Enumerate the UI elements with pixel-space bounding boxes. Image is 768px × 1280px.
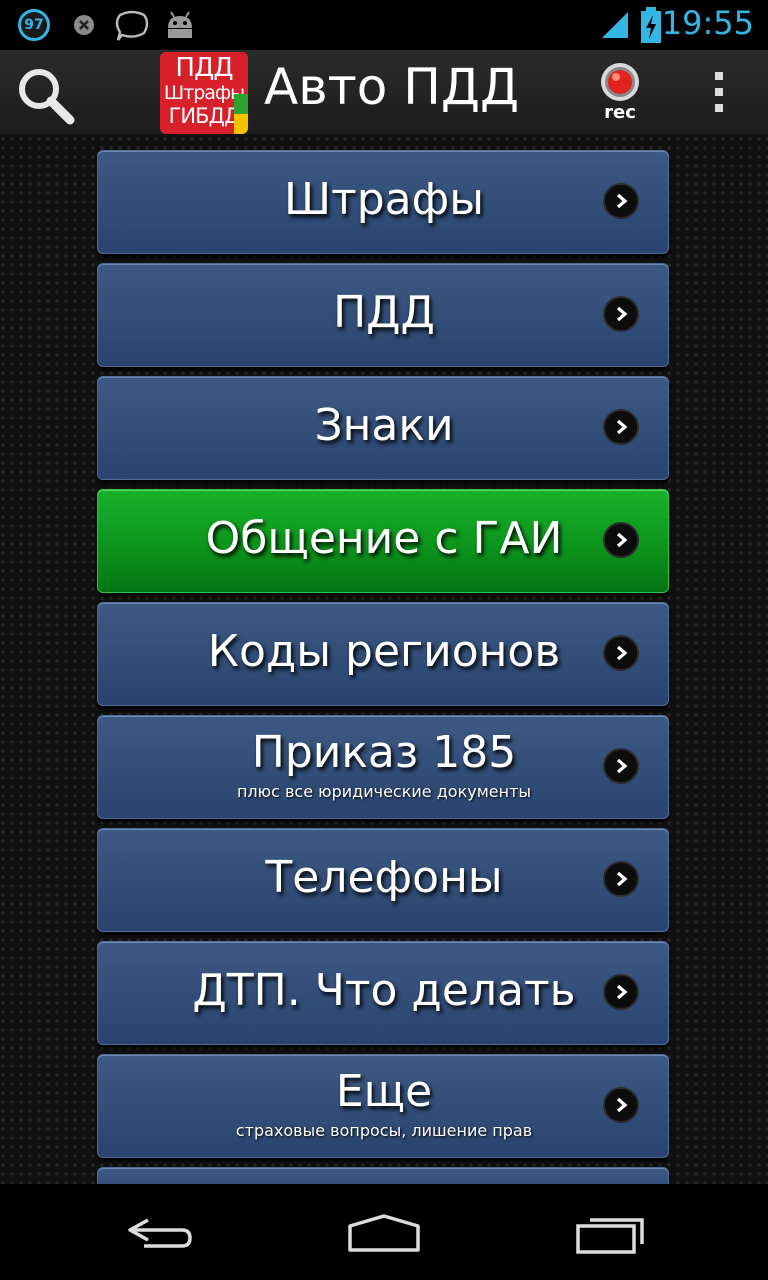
chevron-right-icon [603,296,639,332]
menu-item-label: ПДД [333,287,435,338]
home-icon [348,1214,420,1252]
chevron-right-icon [603,748,639,784]
menu-item-label: Знаки [314,400,454,451]
menu-item-label: Коды регионов [207,626,561,677]
chevron-right-icon [603,635,639,671]
menu-item-next-partial[interactable] [97,1167,669,1184]
action-bar: ПДД Штрафы ГИБДД Авто ПДД rec [0,50,768,136]
back-button[interactable] [120,1212,200,1256]
battery-charging-icon [641,7,661,43]
menu-list: Штрафы ПДД Знаки Общение с ГАИ Коды реги… [0,136,768,1184]
menu-item-label: Общение с ГАИ [205,513,563,564]
menu-item-pdd[interactable]: ПДД [97,263,669,367]
home-button[interactable] [344,1212,424,1256]
menu-item-label: Еще [335,1066,433,1117]
clock: 19:55 [661,4,754,42]
menu-item-label: Штрафы [284,174,484,225]
record-button[interactable]: rec [596,62,644,126]
menu-item-accident[interactable]: ДТП. Что делать [97,941,669,1045]
search-button[interactable] [12,62,78,128]
app-logo: ПДД Штрафы ГИБДД [160,52,248,134]
logo-stripe [234,94,248,134]
back-icon [128,1218,192,1248]
chevron-right-icon [603,183,639,219]
recent-apps-icon [576,1218,644,1254]
record-label: rec [604,102,636,123]
menu-item-fines[interactable]: Штрафы [97,150,669,254]
menu-item-phones[interactable]: Телефоны [97,828,669,932]
search-icon [19,69,75,125]
logo-line-1: ПДД [175,53,233,83]
menu-item-order-185[interactable]: Приказ 185 плюс все юридические документ… [97,715,669,819]
status-bar: 97 19:55 [0,0,768,50]
record-icon [601,63,639,101]
recent-apps-button[interactable] [572,1212,652,1256]
menu-item-sublabel: плюс все юридические документы [236,782,532,801]
menu-item-signs[interactable]: Знаки [97,376,669,480]
chevron-right-icon [603,861,639,897]
app-title: Авто ПДД [264,58,520,116]
chevron-right-icon [603,1087,639,1123]
chevron-right-icon [603,409,639,445]
close-circle-icon [74,15,94,35]
menu-item-region-codes[interactable]: Коды регионов [97,602,669,706]
notification-count: 97 [24,17,44,33]
menu-item-label: ДТП. Что делать [192,965,576,1016]
menu-item-sublabel: страховые вопросы, лишение прав [235,1121,533,1140]
signal-icon [602,12,628,38]
chevron-right-icon [603,522,639,558]
menu-item-more[interactable]: Еще страховые вопросы, лишение прав [97,1054,669,1158]
menu-item-label: Телефоны [265,852,503,903]
android-icon [168,11,192,38]
notification-count-icon: 97 [18,9,50,41]
menu-item-label: Приказ 185 [251,727,517,778]
navigation-bar [0,1184,768,1280]
overflow-menu-button[interactable] [704,68,734,116]
menu-item-gai-communication[interactable]: Общение с ГАИ [97,489,669,593]
chat-bubble-icon [115,10,149,41]
chevron-right-icon [603,974,639,1010]
overflow-menu-icon [704,72,734,112]
